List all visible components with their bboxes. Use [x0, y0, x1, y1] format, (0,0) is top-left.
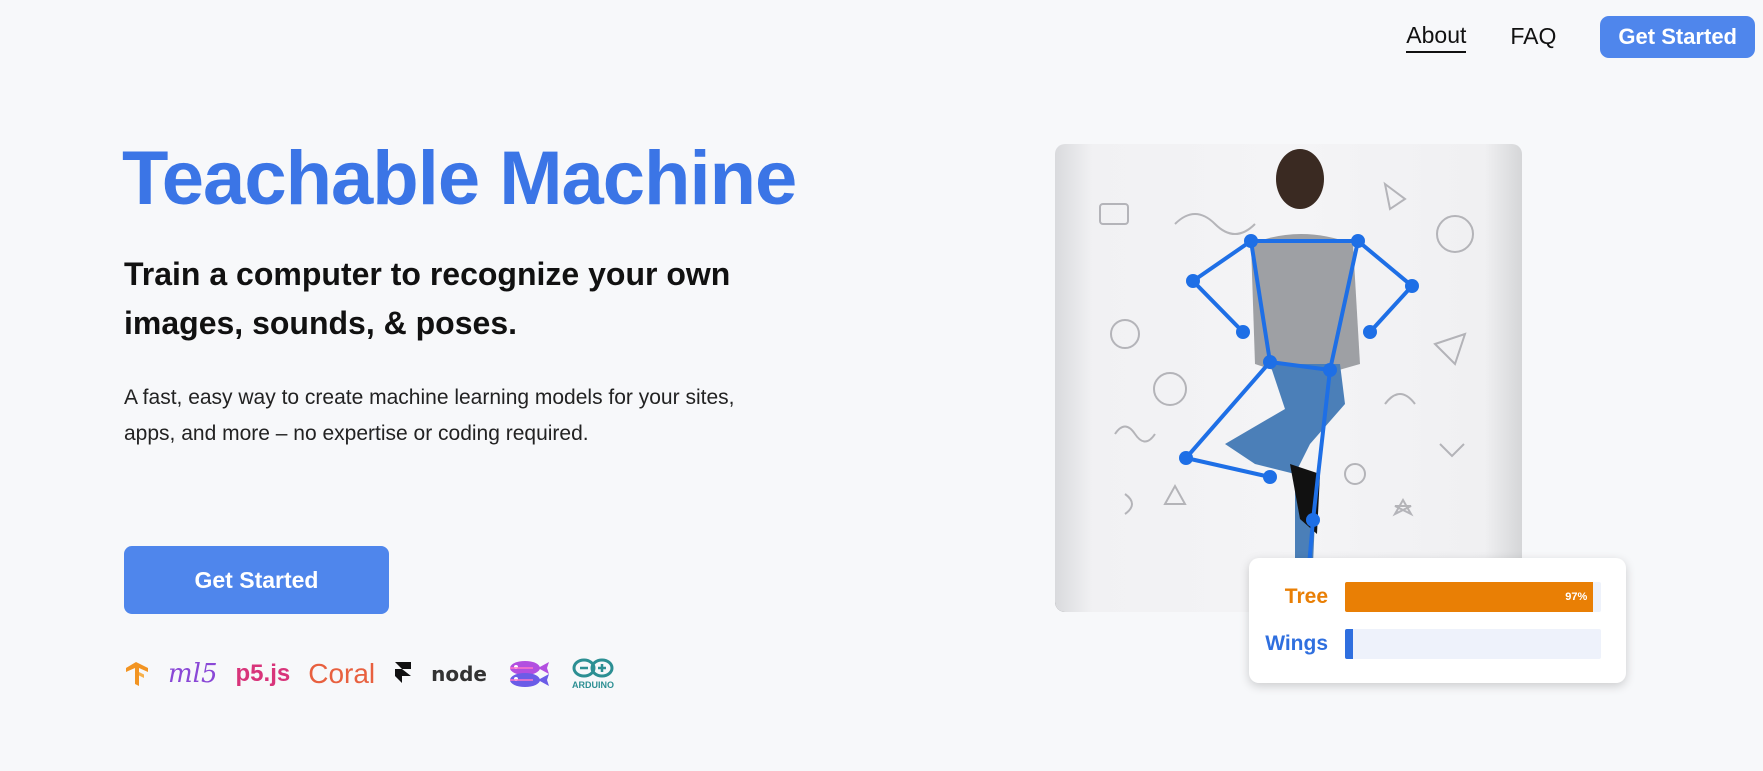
page-title: Teachable Machine	[122, 136, 797, 221]
partner-logos: ml5 p5.js Coral node ARDUINO	[124, 648, 635, 700]
ml5-logo: ml5	[168, 659, 218, 689]
glitch-fish-logo-icon	[505, 657, 551, 691]
prediction-bar-wings	[1345, 629, 1353, 659]
get-started-button[interactable]: Get Started	[124, 546, 389, 614]
prediction-card: Tree 97% Wings	[1249, 558, 1626, 683]
pose-illustration	[1099, 149, 1474, 612]
p5js-logo: p5.js	[235, 660, 291, 687]
hero-description: A fast, easy way to create machine learn…	[124, 386, 735, 445]
framer-logo-icon	[393, 660, 413, 688]
nav-about-link[interactable]: About	[1406, 22, 1467, 53]
prediction-row-tree: Tree 97%	[1249, 582, 1626, 612]
hero-subtitle: Train a computer to recognize your own i…	[124, 256, 731, 341]
arduino-logo: ARDUINO	[569, 657, 617, 691]
top-nav: About FAQ Get Started	[1406, 16, 1755, 58]
prediction-track-wings	[1345, 629, 1601, 659]
arduino-logo-text: ARDUINO	[572, 680, 614, 690]
tensorflow-logo-icon	[124, 660, 150, 688]
prediction-percent-tree: 97%	[1565, 591, 1588, 603]
pose-demo-image	[1055, 144, 1522, 612]
prediction-label-tree: Tree	[1284, 585, 1328, 608]
coral-logo: Coral	[308, 658, 376, 689]
node-logo: node	[431, 662, 487, 686]
prediction-label-wings: Wings	[1265, 632, 1328, 655]
nav-get-started-button[interactable]: Get Started	[1600, 16, 1755, 58]
nav-faq-link[interactable]: FAQ	[1510, 23, 1556, 52]
prediction-row-wings: Wings	[1249, 629, 1626, 659]
node-logo-text: node	[431, 662, 487, 686]
prediction-track-tree: 97%	[1345, 582, 1601, 612]
prediction-bar-tree: 97%	[1345, 582, 1594, 612]
